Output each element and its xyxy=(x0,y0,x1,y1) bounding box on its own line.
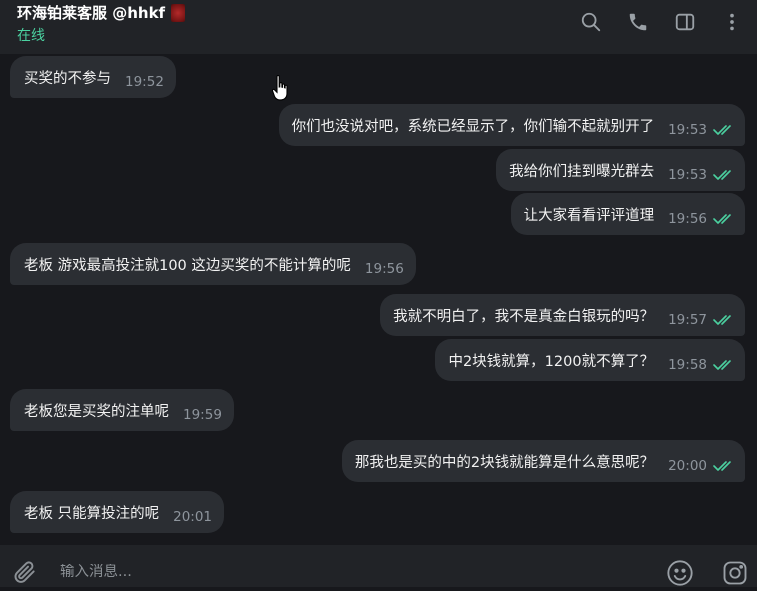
message-time: 19:58 xyxy=(668,357,707,373)
message-text: 我就不明白了，我不是真金白银玩的吗？ xyxy=(393,308,655,325)
hand-cursor-icon xyxy=(270,74,294,104)
read-receipt-icon xyxy=(713,169,735,181)
message-outgoing[interactable]: 我给你们挂到曝光群去 19:53 xyxy=(496,149,745,191)
message-text: 让大家看看评评道理 xyxy=(523,207,655,224)
chat-header: 环海铂莱客服 @hhkf 在线 xyxy=(0,0,757,54)
paperclip-icon[interactable] xyxy=(12,559,38,585)
sidebar-toggle-icon[interactable] xyxy=(674,11,696,33)
camera-icon[interactable] xyxy=(721,559,749,587)
message-input[interactable] xyxy=(60,564,560,580)
avatar xyxy=(171,3,186,22)
message-time: 19:59 xyxy=(183,407,222,423)
read-receipt-icon xyxy=(713,314,735,326)
message-time: 20:01 xyxy=(173,509,213,525)
read-receipt-icon xyxy=(713,460,735,472)
chat-title[interactable]: 环海铂莱客服 @hhkf xyxy=(17,2,165,23)
message-time: 19:56 xyxy=(668,211,707,227)
message-text: 你们也没说对吧，系统已经显示了，你们输不起就别开了 xyxy=(291,118,655,135)
search-icon[interactable] xyxy=(580,11,602,33)
message-incoming[interactable]: 老板 只能算投注的呢 20:01 xyxy=(10,491,225,533)
message-time: 19:57 xyxy=(668,312,707,328)
message-outgoing[interactable]: 让大家看看评评道理 19:56 xyxy=(510,193,745,235)
message-time: 19:53 xyxy=(668,167,707,183)
message-time: 20:00 xyxy=(668,458,707,474)
title-row[interactable]: 环海铂莱客服 @hhkf xyxy=(17,2,186,23)
read-receipt-icon xyxy=(713,213,735,225)
message-outgoing[interactable]: 你们也没说对吧，系统已经显示了，你们输不起就别开了 19:53 xyxy=(278,104,745,146)
message-text: 我给你们挂到曝光群去 xyxy=(509,163,655,180)
message-outgoing[interactable]: 我就不明白了，我不是真金白银玩的吗？ 19:57 xyxy=(380,294,745,336)
message-text: 那我也是买的中的2块钱就能算是什么意思呢？ xyxy=(354,454,655,471)
phone-icon[interactable] xyxy=(627,11,649,33)
message-text: 买奖的不参与 xyxy=(24,70,111,87)
header-actions xyxy=(580,0,757,44)
message-text: 老板 只能算投注的呢 xyxy=(24,505,160,522)
message-outgoing[interactable]: 那我也是买的中的2块钱就能算是什么意思呢？ 20:00 xyxy=(341,440,745,482)
read-receipt-icon xyxy=(713,124,735,136)
online-status: 在线 xyxy=(17,28,45,44)
more-vertical-icon[interactable] xyxy=(721,11,743,33)
message-time: 19:52 xyxy=(125,74,164,90)
composer-bar xyxy=(0,545,757,587)
read-receipt-icon xyxy=(713,359,735,371)
emoji-icon[interactable] xyxy=(666,559,694,587)
message-list[interactable]: 买奖的不参与 19:52 你们也没说对吧，系统已经显示了，你们输不起就别开了 1… xyxy=(0,54,757,545)
message-text: 老板您是买奖的注单呢 xyxy=(24,403,169,420)
message-incoming[interactable]: 老板您是买奖的注单呢 19:59 xyxy=(10,389,234,431)
message-text: 中2块钱就算，1200就不算了？ xyxy=(448,353,655,370)
message-incoming[interactable]: 老板 游戏最高投注就100 这边买奖的不能计算的呢 19:56 xyxy=(10,243,416,285)
message-outgoing[interactable]: 中2块钱就算，1200就不算了？ 19:58 xyxy=(435,339,745,381)
message-incoming[interactable]: 买奖的不参与 19:52 xyxy=(10,56,176,98)
message-time: 19:56 xyxy=(364,261,404,277)
message-text: 老板 游戏最高投注就100 这边买奖的不能计算的呢 xyxy=(24,257,351,274)
message-time: 19:53 xyxy=(668,122,707,138)
